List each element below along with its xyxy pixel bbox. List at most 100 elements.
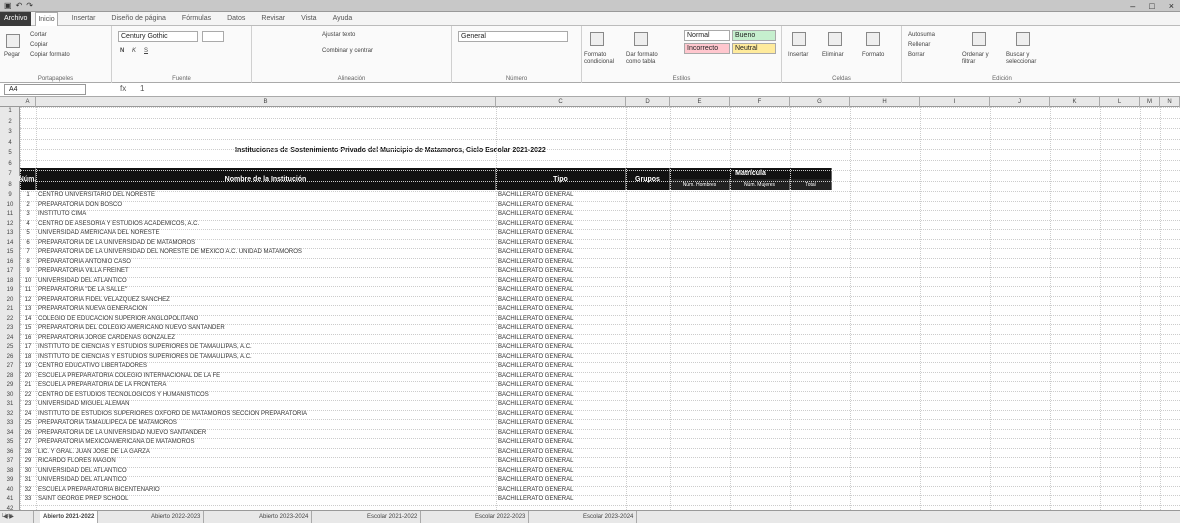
cell-num[interactable]: 22 — [20, 391, 36, 400]
cell-tipo[interactable]: BACHILLERATO GENERAL — [498, 372, 626, 381]
cell-tipo[interactable]: BACHILLERATO GENERAL — [498, 400, 626, 409]
row-header[interactable]: 5 — [0, 149, 20, 159]
cell-nombre[interactable]: ESCUELA PREPARATORIA BICENTENARIO — [38, 486, 494, 495]
cell-nombre[interactable]: PREPARATORIA DE LA UNIVERSIDAD NUEVO SAN… — [38, 429, 494, 438]
cell-grupos[interactable] — [626, 191, 666, 200]
cell-grupos[interactable] — [626, 476, 666, 485]
cell-mujeres[interactable] — [730, 220, 786, 229]
cell-num[interactable]: 26 — [20, 429, 36, 438]
cell-nombre[interactable]: CENTRO EDUCATIVO LIBERTADORES — [38, 362, 494, 371]
cell-total[interactable] — [790, 486, 828, 495]
cell-hombres[interactable] — [670, 239, 726, 248]
cell-hombres[interactable] — [670, 495, 726, 504]
cell-tipo[interactable]: BACHILLERATO GENERAL — [498, 258, 626, 267]
cell-grupos[interactable] — [626, 267, 666, 276]
row-header[interactable]: 38 — [0, 467, 20, 477]
cell-total[interactable] — [790, 381, 828, 390]
cell-nombre[interactable]: PREPARATORIA NUEVA GENERACION — [38, 305, 494, 314]
column-header-i[interactable]: I — [920, 97, 990, 107]
cell-grupos[interactable] — [626, 324, 666, 333]
cell-hombres[interactable] — [670, 220, 726, 229]
format-cells-icon[interactable] — [866, 32, 880, 46]
cell-total[interactable] — [790, 296, 828, 305]
tab-revisar[interactable]: Revisar — [259, 12, 287, 26]
cell-nombre[interactable]: UNIVERSIDAD DEL ATLANTICO — [38, 467, 494, 476]
cell-num[interactable]: 16 — [20, 334, 36, 343]
cell-mujeres[interactable] — [730, 372, 786, 381]
cell-num[interactable]: 3 — [20, 210, 36, 219]
column-header-l[interactable]: L — [1100, 97, 1140, 107]
cell-mujeres[interactable] — [730, 258, 786, 267]
cell-grupos[interactable] — [626, 334, 666, 343]
cell-total[interactable] — [790, 277, 828, 286]
column-header-d[interactable]: D — [626, 97, 670, 107]
row-header[interactable]: 15 — [0, 248, 20, 258]
cell-grupos[interactable] — [626, 343, 666, 352]
cell-total[interactable] — [790, 305, 828, 314]
cell-hombres[interactable] — [670, 353, 726, 362]
cell-mujeres[interactable] — [730, 438, 786, 447]
cell-num[interactable]: 29 — [20, 457, 36, 466]
cell-num[interactable]: 17 — [20, 343, 36, 352]
conditional-format-button[interactable]: Formato condicional — [584, 52, 624, 66]
cell-hombres[interactable] — [670, 315, 726, 324]
redo-icon[interactable]: ↷ — [26, 0, 33, 12]
cell-nombre[interactable]: PREPARATORIA MEXICOAMERICANA DE MATAMORO… — [38, 438, 494, 447]
cell-num[interactable]: 19 — [20, 362, 36, 371]
cut-button[interactable]: Cortar — [30, 32, 47, 39]
cell-num[interactable]: 25 — [20, 419, 36, 428]
cell-num[interactable]: 23 — [20, 400, 36, 409]
cell-mujeres[interactable] — [730, 476, 786, 485]
cell-tipo[interactable]: BACHILLERATO GENERAL — [498, 448, 626, 457]
sheet-tab[interactable]: Abierto 2021-2022 — [40, 511, 99, 523]
cell-total[interactable] — [790, 391, 828, 400]
cell-num[interactable]: 20 — [20, 372, 36, 381]
cell-nombre[interactable]: UNIVERSIDAD DEL ATLANTICO — [38, 277, 494, 286]
autosum-button[interactable]: Autosuma — [908, 32, 935, 39]
cell-num[interactable]: 1 — [20, 191, 36, 200]
cell-grupos[interactable] — [626, 210, 666, 219]
cell-nombre[interactable]: PREPARATORIA JORGE CARDENAS GONZALEZ — [38, 334, 494, 343]
cell-total[interactable] — [790, 258, 828, 267]
cell-grupos[interactable] — [626, 258, 666, 267]
cell-nombre[interactable]: CENTRO DE ESTUDIOS TECNOLOGICOS Y HUMANI… — [38, 391, 494, 400]
cell-hombres[interactable] — [670, 391, 726, 400]
column-header-f[interactable]: F — [730, 97, 790, 107]
cell-hombres[interactable] — [670, 400, 726, 409]
insert-cells-icon[interactable] — [792, 32, 806, 46]
cell-mujeres[interactable] — [730, 391, 786, 400]
cell-num[interactable]: 4 — [20, 220, 36, 229]
row-header[interactable]: 33 — [0, 419, 20, 429]
cell-tipo[interactable]: BACHILLERATO GENERAL — [498, 277, 626, 286]
cell-nombre[interactable]: PREPARATORIA DE LA UNIVERSIDAD DE MATAMO… — [38, 239, 494, 248]
cell-tipo[interactable]: BACHILLERATO GENERAL — [498, 201, 626, 210]
cell-num[interactable]: 21 — [20, 381, 36, 390]
cell-tipo[interactable]: BACHILLERATO GENERAL — [498, 324, 626, 333]
cell-hombres[interactable] — [670, 267, 726, 276]
row-header[interactable]: 27 — [0, 362, 20, 372]
cell-tipo[interactable]: BACHILLERATO GENERAL — [498, 343, 626, 352]
undo-icon[interactable]: ↶ — [16, 0, 23, 12]
cell-total[interactable] — [790, 419, 828, 428]
cell-nombre[interactable]: INSTITUTO DE ESTUDIOS SUPERIORES OXFORD … — [38, 410, 494, 419]
cell-total[interactable] — [790, 191, 828, 200]
cell-tipo[interactable]: BACHILLERATO GENERAL — [498, 334, 626, 343]
cell-mujeres[interactable] — [730, 277, 786, 286]
sheet-tab[interactable]: Abierto 2023-2024 — [256, 511, 313, 523]
cell-num[interactable]: 30 — [20, 467, 36, 476]
row-header[interactable]: 36 — [0, 448, 20, 458]
row-header[interactable]: 32 — [0, 410, 20, 420]
cell-hombres[interactable] — [670, 229, 726, 238]
cell-num[interactable]: 24 — [20, 410, 36, 419]
cell-tipo[interactable]: BACHILLERATO GENERAL — [498, 191, 626, 200]
cell-total[interactable] — [790, 334, 828, 343]
formula-input[interactable]: 1 — [140, 84, 144, 93]
cell-mujeres[interactable] — [730, 267, 786, 276]
cell-nombre[interactable]: PREPARATORIA VILLA FREINET — [38, 267, 494, 276]
cell-nombre[interactable]: INSTITUTO DE CIENCIAS Y ESTUDIOS SUPERIO… — [38, 353, 494, 362]
sheet-tab[interactable]: Abierto 2022-2023 — [148, 511, 205, 523]
cell-nombre[interactable]: LIC. Y GRAL. JUAN JOSE DE LA GARZA — [38, 448, 494, 457]
row-header[interactable]: 31 — [0, 400, 20, 410]
cell-grupos[interactable] — [626, 391, 666, 400]
tab-archivo[interactable]: Archivo — [0, 11, 32, 26]
